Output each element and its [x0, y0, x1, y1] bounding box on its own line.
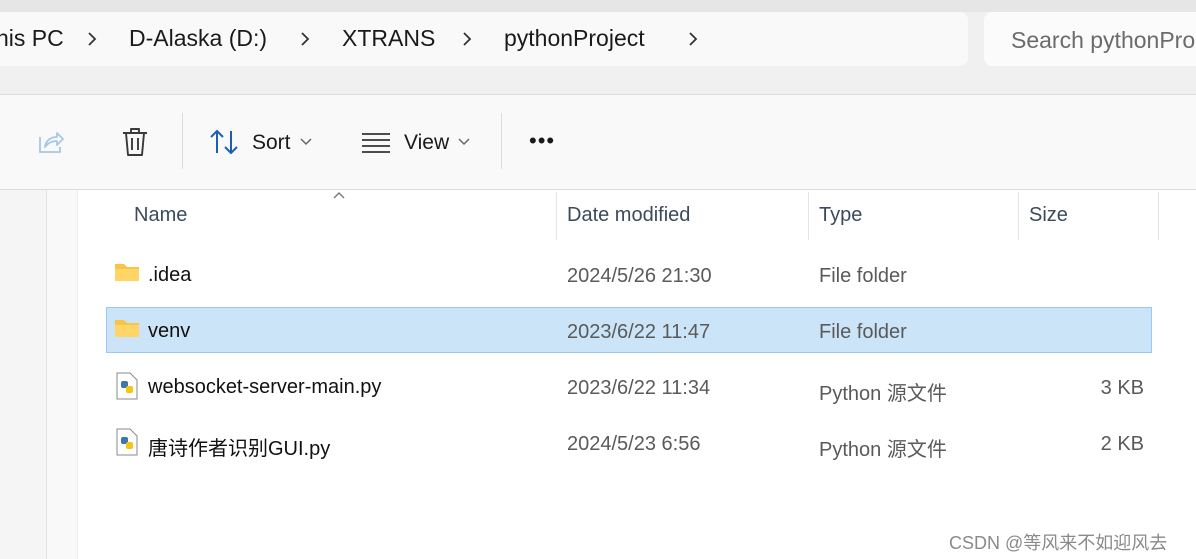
navigation-pane[interactable]: [0, 190, 46, 559]
column-divider[interactable]: [1018, 192, 1019, 240]
chevron-right-icon[interactable]: [460, 30, 474, 48]
file-type: Python 源文件: [819, 383, 947, 405]
column-divider[interactable]: [808, 192, 809, 240]
delete-icon[interactable]: [120, 126, 150, 158]
file-size: 2 KB: [1100, 433, 1144, 455]
file-date: 2023/6/22 11:47: [567, 321, 711, 343]
sort-icon[interactable]: [208, 128, 240, 156]
sort-button[interactable]: Sort: [252, 131, 291, 155]
chevron-right-icon[interactable]: [85, 30, 99, 48]
file-name[interactable]: 唐诗作者识别GUI.py: [148, 432, 330, 461]
breadcrumb-drive[interactable]: D-Alaska (D:): [129, 25, 267, 52]
watermark-text: CSDN @等风来不如迎风去: [949, 533, 1168, 553]
chevron-down-icon[interactable]: [458, 138, 470, 146]
file-date: 2023/6/22 11:34: [567, 377, 711, 399]
view-icon[interactable]: [361, 131, 391, 153]
column-header-type[interactable]: Type: [819, 204, 862, 227]
toolbar-separator: [501, 113, 502, 169]
folder-icon: [115, 264, 139, 281]
file-date: 2024/5/23 6:56: [567, 433, 701, 455]
file-name[interactable]: websocket-server-main.py: [148, 376, 381, 399]
python-file-icon: [116, 372, 138, 400]
column-divider[interactable]: [1158, 192, 1159, 240]
sort-ascending-icon: [333, 192, 345, 199]
file-size: 3 KB: [1100, 377, 1144, 399]
column-header-name[interactable]: Name: [134, 204, 187, 227]
chevron-right-icon[interactable]: [298, 30, 312, 48]
file-name[interactable]: venv: [148, 320, 190, 343]
breadcrumb-this-pc[interactable]: his PC: [0, 25, 64, 52]
python-file-icon: [116, 428, 138, 456]
column-divider[interactable]: [556, 192, 557, 240]
navigation-scrollbar[interactable]: [46, 190, 78, 559]
view-button[interactable]: View: [404, 131, 449, 155]
column-header-date[interactable]: Date modified: [567, 204, 690, 227]
breadcrumb-pythonproject[interactable]: pythonProject: [504, 25, 645, 52]
file-type: File folder: [819, 265, 907, 287]
file-date: 2024/5/26 21:30: [567, 265, 712, 287]
chevron-down-icon[interactable]: [300, 138, 312, 146]
chevron-right-icon[interactable]: [686, 30, 700, 48]
file-type: File folder: [819, 321, 907, 343]
column-header-size[interactable]: Size: [1029, 204, 1068, 227]
toolbar-separator: [182, 113, 183, 169]
folder-icon: [115, 320, 139, 337]
file-name[interactable]: .idea: [148, 264, 191, 287]
more-options-button[interactable]: •••: [529, 128, 555, 154]
breadcrumb-xtrans[interactable]: XTRANS: [342, 25, 435, 52]
file-type: Python 源文件: [819, 439, 947, 461]
command-bar: [0, 95, 1196, 190]
share-icon[interactable]: [36, 127, 66, 157]
search-placeholder: Search pythonPro: [1011, 27, 1196, 53]
